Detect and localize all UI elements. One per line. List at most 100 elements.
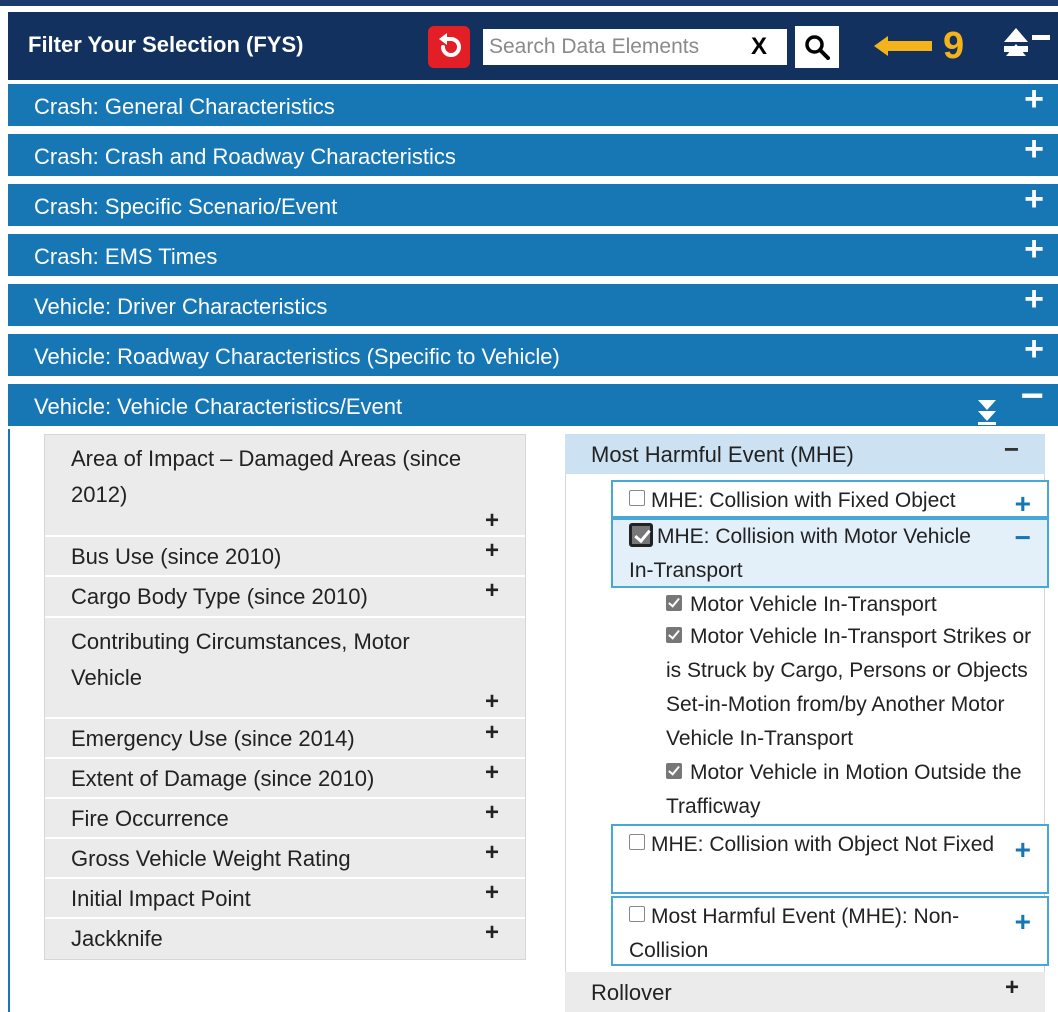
list-item-label: Initial Impact Point [71, 886, 251, 911]
option-label: Motor Vehicle in Motion Outside the Traf… [666, 761, 1022, 818]
collapse-minus-icon[interactable]: − [1004, 434, 1019, 465]
checkbox-checked[interactable] [666, 595, 682, 611]
list-item-emergency-use[interactable]: Emergency Use (since 2014) + [45, 719, 525, 759]
expand-plus-icon[interactable]: + [1024, 282, 1044, 316]
group-label: MHE: Collision with Motor Vehicle In-Tra… [629, 525, 971, 582]
section-crash-roadway[interactable]: Crash: Crash and Roadway Characteristics… [8, 132, 1058, 176]
search-button[interactable] [795, 26, 839, 68]
undo-icon [439, 33, 461, 57]
section-label: Crash: General Characteristics [34, 94, 335, 119]
collapse-all-icon[interactable] [1000, 26, 1052, 66]
list-item-label: Extent of Damage (since 2010) [71, 766, 375, 791]
expand-plus-icon[interactable]: + [485, 759, 499, 787]
data-element-list: Area of Impact – Damaged Areas (since 20… [44, 434, 526, 960]
mhe-group-fixed-object[interactable]: MHE: Collision with Fixed Object + [611, 480, 1049, 518]
option-mv-struck-by-cargo[interactable]: Motor Vehicle In-Transport Strikes or is… [666, 620, 1052, 756]
list-item-label: Emergency Use (since 2014) [71, 726, 355, 751]
search-icon [805, 35, 830, 60]
section-label: Crash: EMS Times [34, 244, 218, 269]
list-item-extent-of-damage[interactable]: Extent of Damage (since 2010) + [45, 759, 525, 799]
list-item-gvwr[interactable]: Gross Vehicle Weight Rating + [45, 839, 525, 879]
mhe-group-row: MHE: Collision with Fixed Object [629, 484, 999, 518]
list-item-label: Rollover [591, 980, 672, 1005]
checkbox[interactable] [629, 906, 645, 922]
list-item-label: Cargo Body Type (since 2010) [71, 584, 368, 609]
section-vehicle-driver[interactable]: Vehicle: Driver Characteristics + [8, 282, 1058, 326]
list-item-initial-impact[interactable]: Initial Impact Point + [45, 879, 525, 919]
checkbox[interactable] [629, 490, 645, 506]
search-box: X [483, 29, 787, 65]
section-label: Vehicle: Vehicle Characteristics/Event [34, 394, 403, 419]
expand-plus-icon[interactable]: + [485, 919, 499, 947]
list-item-label: Bus Use (since 2010) [71, 544, 282, 569]
option-mv-outside-trafficway[interactable]: Motor Vehicle in Motion Outside the Traf… [666, 756, 1052, 824]
expand-plus-icon[interactable]: + [485, 839, 499, 867]
section-crash-scenario[interactable]: Crash: Specific Scenario/Event + [8, 182, 1058, 226]
clear-search-button[interactable]: X [751, 33, 767, 61]
reset-button[interactable] [428, 26, 470, 68]
mhe-group-row: Most Harmful Event (MHE): Non-Collision [629, 900, 999, 968]
mhe-group-row: MHE: Collision with Motor Vehicle In-Tra… [629, 520, 999, 588]
annotation-number: 9 [943, 25, 965, 67]
expand-plus-icon[interactable]: + [1015, 836, 1031, 864]
option-label: Motor Vehicle In-Transport [690, 593, 937, 616]
search-input[interactable] [483, 29, 743, 65]
list-item-cargo-body[interactable]: Cargo Body Type (since 2010) + [45, 577, 525, 618]
section-crash-ems[interactable]: Crash: EMS Times + [8, 232, 1058, 276]
group-label: Most Harmful Event (MHE): Non-Collision [629, 905, 960, 962]
option-mv-in-transport[interactable]: Motor Vehicle In-Transport [666, 588, 1052, 622]
expand-plus-icon[interactable]: + [485, 799, 499, 827]
top-border [0, 0, 1058, 6]
section-crash-general[interactable]: Crash: General Characteristics + [8, 82, 1058, 126]
fys-header: Filter Your Selection (FYS) X 9 [8, 12, 1058, 80]
mhe-group-motor-vehicle[interactable]: MHE: Collision with Motor Vehicle In-Tra… [611, 518, 1049, 588]
mhe-group-non-collision[interactable]: Most Harmful Event (MHE): Non-Collision … [611, 896, 1049, 966]
section-label: Vehicle: Driver Characteristics [34, 294, 328, 319]
expand-plus-icon[interactable]: + [485, 879, 499, 907]
panel-title: Filter Your Selection (FYS) [28, 32, 304, 57]
list-item-jackknife[interactable]: Jackknife + [45, 919, 525, 959]
mhe-group-row: MHE: Collision with Object Not Fixed [629, 828, 999, 862]
list-item-label: Area of Impact – Damaged Areas (since 20… [71, 446, 462, 507]
expand-plus-icon[interactable]: + [485, 688, 499, 716]
annotation-arrow-icon [874, 36, 932, 56]
option-label: Motor Vehicle In-Transport Strikes or is… [666, 625, 1032, 750]
checkbox[interactable] [629, 834, 645, 850]
expand-plus-icon[interactable]: + [485, 577, 499, 605]
list-item-label: Gross Vehicle Weight Rating [71, 846, 351, 871]
list-item-label: Contributing Circumstances, Motor Vehicl… [71, 629, 410, 690]
section-label: Crash: Crash and Roadway Characteristics [34, 144, 456, 169]
expand-plus-icon[interactable]: + [1024, 82, 1044, 116]
list-item-label: Jackknife [71, 926, 163, 951]
group-label: MHE: Collision with Fixed Object [651, 489, 956, 512]
mhe-group-object-not-fixed[interactable]: MHE: Collision with Object Not Fixed + [611, 824, 1049, 894]
expand-plus-icon[interactable]: + [1024, 232, 1044, 266]
section-label: Crash: Specific Scenario/Event [34, 194, 338, 219]
list-item-rollover[interactable]: Rollover + [565, 972, 1045, 1012]
double-chevron-down-icon[interactable] [976, 396, 998, 426]
expand-plus-icon[interactable]: + [485, 537, 499, 565]
checkbox-checked[interactable] [666, 627, 682, 643]
list-item-area-of-impact[interactable]: Area of Impact – Damaged Areas (since 20… [45, 435, 525, 537]
checkbox-checked[interactable] [629, 523, 653, 547]
list-item-fire-occurrence[interactable]: Fire Occurrence + [45, 799, 525, 839]
checkbox-checked[interactable] [666, 763, 682, 779]
expand-plus-icon[interactable]: + [1024, 132, 1044, 166]
expand-plus-icon[interactable]: + [485, 507, 499, 535]
group-label: MHE: Collision with Object Not Fixed [651, 833, 995, 856]
section-vehicle-characteristics[interactable]: Vehicle: Vehicle Characteristics/Event − [8, 376, 1058, 426]
expand-plus-icon[interactable]: + [1015, 908, 1031, 936]
list-item-bus-use[interactable]: Bus Use (since 2010) + [45, 537, 525, 577]
expand-plus-icon[interactable]: + [1005, 974, 1019, 1002]
expand-plus-icon[interactable]: + [485, 719, 499, 747]
collapse-minus-icon[interactable]: − [1021, 376, 1044, 416]
mhe-header[interactable]: Most Harmful Event (MHE) − [565, 434, 1045, 474]
section-label: Vehicle: Roadway Characteristics (Specif… [34, 344, 560, 369]
expand-plus-icon[interactable]: + [1024, 182, 1044, 216]
list-item-label: Fire Occurrence [71, 806, 229, 831]
collapse-minus-icon[interactable]: − [1015, 524, 1031, 552]
list-item-contributing[interactable]: Contributing Circumstances, Motor Vehicl… [45, 618, 525, 719]
expand-plus-icon[interactable]: + [1015, 490, 1031, 518]
section-vehicle-roadway[interactable]: Vehicle: Roadway Characteristics (Specif… [8, 332, 1058, 376]
expand-plus-icon[interactable]: + [1024, 332, 1044, 366]
